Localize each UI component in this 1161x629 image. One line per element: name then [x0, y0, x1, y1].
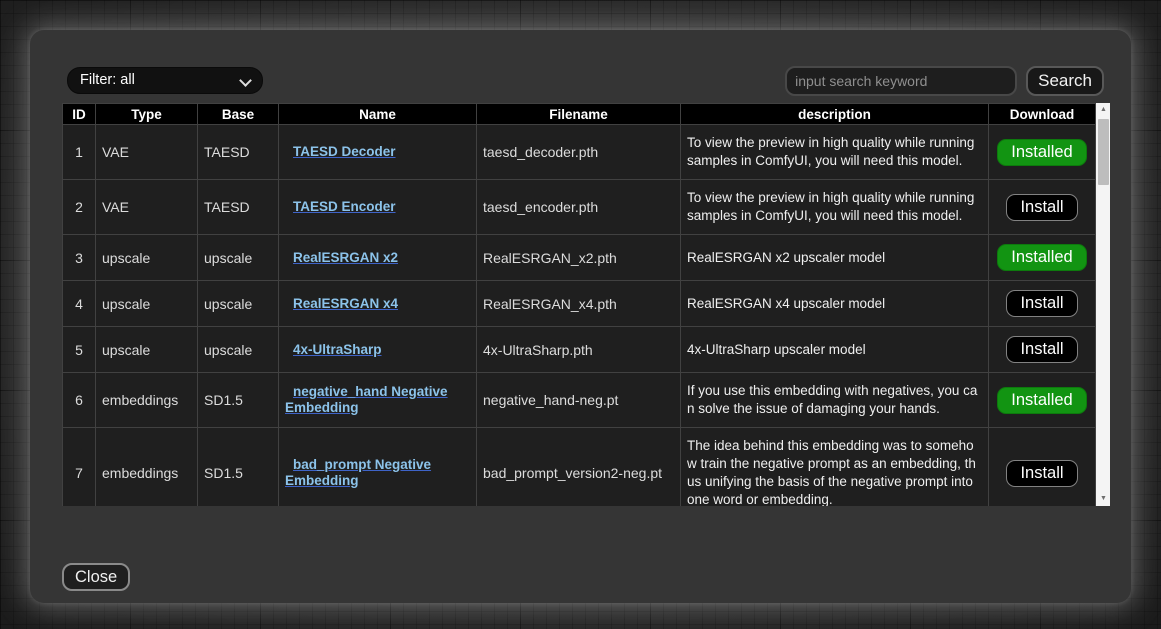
cell-id: 4 — [63, 281, 96, 327]
cell-download: Install — [989, 428, 1096, 507]
cell-description: RealESRGAN x2 upscaler model — [681, 235, 989, 281]
install-button[interactable]: Install — [1006, 336, 1077, 363]
table-row: 7embeddingsSD1.5bad_prompt Negative Embe… — [63, 428, 1096, 507]
cell-download: Installed — [989, 235, 1096, 281]
table-row: 5upscaleupscale4x-UltraSharp4x-UltraShar… — [63, 327, 1096, 373]
installed-button[interactable]: Installed — [997, 244, 1086, 271]
cell-filename: 4x-UltraSharp.pth — [477, 327, 681, 373]
chevron-down-icon — [239, 74, 252, 87]
cell-type: upscale — [96, 235, 198, 281]
col-header-download: Download — [989, 104, 1096, 125]
col-header-id: ID — [63, 104, 96, 125]
cell-description: RealESRGAN x4 upscaler model — [681, 281, 989, 327]
cell-type: upscale — [96, 327, 198, 373]
cell-id: 3 — [63, 235, 96, 281]
install-button[interactable]: Install — [1006, 290, 1077, 317]
table-row: 6embeddingsSD1.5negative_hand Negative E… — [63, 373, 1096, 428]
cell-type: VAE — [96, 180, 198, 235]
cell-name: RealESRGAN x2 — [279, 235, 477, 281]
cell-id: 7 — [63, 428, 96, 507]
cell-base: SD1.5 — [198, 373, 279, 428]
cell-download: Install — [989, 180, 1096, 235]
table-header-row: ID Type Base Name Filename description D… — [63, 104, 1096, 125]
cell-filename: RealESRGAN_x4.pth — [477, 281, 681, 327]
search-input[interactable] — [785, 66, 1017, 96]
filter-select[interactable]: Filter: all — [67, 67, 263, 94]
model-name-link[interactable]: negative_hand Negative Embedding — [285, 384, 448, 415]
cell-type: embeddings — [96, 428, 198, 507]
cell-id: 2 — [63, 180, 96, 235]
model-name-link[interactable]: TAESD Decoder — [293, 144, 396, 159]
col-header-description: description — [681, 104, 989, 125]
col-header-type: Type — [96, 104, 198, 125]
cell-filename: taesd_decoder.pth — [477, 125, 681, 180]
model-name-link[interactable]: RealESRGAN x4 — [293, 296, 398, 311]
table-body: 1VAETAESDTAESD Decodertaesd_decoder.pthT… — [63, 125, 1096, 507]
close-button[interactable]: Close — [62, 563, 130, 591]
cell-name: negative_hand Negative Embedding — [279, 373, 477, 428]
cell-description: If you use this embedding with negatives… — [681, 373, 989, 428]
cell-name: 4x-UltraSharp — [279, 327, 477, 373]
scrollbar-down-arrow-icon[interactable]: ▼ — [1096, 492, 1110, 506]
cell-filename: taesd_encoder.pth — [477, 180, 681, 235]
cell-name: RealESRGAN x4 — [279, 281, 477, 327]
cell-description: The idea behind this embedding was to so… — [681, 428, 989, 507]
cell-download: Installed — [989, 373, 1096, 428]
col-header-base: Base — [198, 104, 279, 125]
cell-name: bad_prompt Negative Embedding — [279, 428, 477, 507]
cell-base: TAESD — [198, 180, 279, 235]
installed-button[interactable]: Installed — [997, 139, 1086, 166]
cell-download: Install — [989, 327, 1096, 373]
cell-id: 5 — [63, 327, 96, 373]
filter-select-value: Filter: all — [80, 72, 135, 88]
scrollbar-up-arrow-icon[interactable]: ▲ — [1096, 103, 1110, 117]
cell-filename: RealESRGAN_x2.pth — [477, 235, 681, 281]
cell-description: To view the preview in high quality whil… — [681, 180, 989, 235]
model-name-link[interactable]: bad_prompt Negative Embedding — [285, 457, 431, 488]
cell-description: 4x-UltraSharp upscaler model — [681, 327, 989, 373]
cell-filename: bad_prompt_version2-neg.pt — [477, 428, 681, 507]
install-models-dialog: Filter: all Search ID Type Base Name Fil… — [30, 30, 1131, 603]
cell-type: upscale — [96, 281, 198, 327]
cell-base: SD1.5 — [198, 428, 279, 507]
table-row: 4upscaleupscaleRealESRGAN x4RealESRGAN_x… — [63, 281, 1096, 327]
cell-filename: negative_hand-neg.pt — [477, 373, 681, 428]
cell-base: upscale — [198, 327, 279, 373]
models-table-container: ID Type Base Name Filename description D… — [62, 103, 1110, 506]
installed-button[interactable]: Installed — [997, 387, 1086, 414]
cell-description: To view the preview in high quality whil… — [681, 125, 989, 180]
model-name-link[interactable]: 4x-UltraSharp — [293, 342, 382, 357]
col-header-name: Name — [279, 104, 477, 125]
table-scrollbar[interactable]: ▲ ▼ — [1096, 103, 1110, 506]
model-name-link[interactable]: RealESRGAN x2 — [293, 250, 398, 265]
cell-base: TAESD — [198, 125, 279, 180]
search-button[interactable]: Search — [1026, 66, 1104, 96]
search-group: Search — [785, 66, 1104, 96]
cell-base: upscale — [198, 281, 279, 327]
cell-type: embeddings — [96, 373, 198, 428]
install-button[interactable]: Install — [1006, 460, 1077, 487]
cell-name: TAESD Encoder — [279, 180, 477, 235]
table-row: 2VAETAESD TAESD Encoder taesd_encoder.pthT… — [63, 180, 1096, 235]
cell-name: TAESD Decoder — [279, 125, 477, 180]
cell-id: 6 — [63, 373, 96, 428]
table-row: 1VAETAESD TAESD Decoder taesd_decoder.pthT… — [63, 125, 1096, 180]
models-table: ID Type Base Name Filename description D… — [62, 103, 1096, 506]
install-button[interactable]: Install — [1006, 194, 1077, 221]
model-name-link[interactable]: TAESD Encoder — [293, 199, 396, 214]
cell-download: Installed — [989, 125, 1096, 180]
table-row: 3upscaleupscaleRealESRGAN x2RealESRGAN_x… — [63, 235, 1096, 281]
cell-id: 1 — [63, 125, 96, 180]
scrollbar-thumb[interactable] — [1098, 119, 1109, 185]
cell-download: Install — [989, 281, 1096, 327]
cell-type: VAE — [96, 125, 198, 180]
cell-base: upscale — [198, 235, 279, 281]
col-header-filename: Filename — [477, 104, 681, 125]
